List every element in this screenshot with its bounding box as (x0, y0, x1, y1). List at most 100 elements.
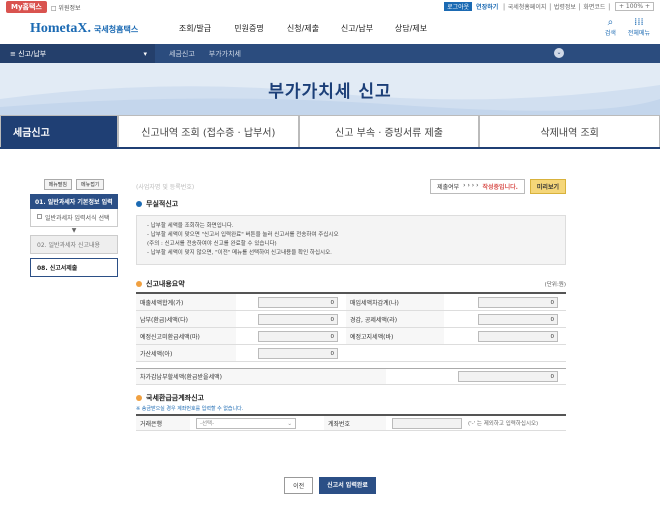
notice-line: - 납부할 세액이 맞지 않으면, "이전" 메뉴를 선택하여 신고내용을 확인… (147, 250, 332, 256)
account-hint: ('-' 는 제외하고 입력하십시오) (468, 421, 539, 427)
top-right-links: 로그아웃 연장하기 │ 국세청홈페이지 │ 법령정보 │ 화면코드 │ + 10… (444, 2, 654, 11)
field-value: 0 (236, 296, 346, 308)
step-form-select[interactable]: 일반과세자 입력서식 선택 (30, 209, 118, 227)
field-label: 매출세액합계(가) (136, 294, 236, 310)
allmenu-button[interactable]: ⁞⁞⁞ 전체메뉴 (628, 18, 650, 38)
total-label: 차가감납부할세액(환급받을세액) (136, 369, 386, 384)
table-row: 가산세액(아) 0 (136, 345, 566, 362)
amount-input[interactable]: 0 (258, 330, 338, 342)
table-row: 예정신고미환급세액(마) 0 예정고지세액(바) 0 (136, 328, 566, 345)
field-value: 0 (444, 296, 566, 308)
summary-title: 신고내용요약 (146, 280, 185, 288)
bank-select-value: -선택- (200, 420, 215, 427)
gnb-item-application[interactable]: 신청/제출 (276, 23, 330, 34)
gnb-item-report[interactable]: 신고/납부 (330, 23, 384, 34)
field-value: 0 (236, 330, 346, 342)
prev-button[interactable]: 이전 (284, 477, 314, 494)
amount-input[interactable]: 0 (258, 296, 338, 308)
tab-deleted-history[interactable]: 삭제내역 조회 (479, 115, 660, 147)
summary-title-group: 신고내용요약 (136, 279, 185, 289)
step-submit[interactable]: 08. 신고서제출 (30, 258, 118, 277)
zoom-control[interactable]: + 100% + (614, 2, 654, 11)
field-value: 0 (236, 313, 346, 325)
field-label: 경감, 공제세액(라) (346, 311, 444, 327)
menu-expand-button[interactable]: 메뉴펼침 (43, 179, 72, 190)
search-icon: ⌕ (607, 17, 614, 28)
status-row: (사업자명 및 등록번호) 제출여부 › › › › 작성중입니다. 미리보기 (136, 178, 566, 194)
table-row: 매출세액합계(가) 0 매입세액차감계(나) 0 (136, 294, 566, 311)
global-nav: 조회/발급 민원증명 신청/제출 신고/납부 상담/제보 (168, 23, 438, 34)
gnb-item-inquiry[interactable]: 조회/발급 (168, 23, 222, 34)
main-content: (사업자명 및 등록번호) 제출여부 › › › › 작성중입니다. 미리보기 … (136, 178, 566, 431)
unit-label: (단위:원) (544, 282, 566, 288)
notice-line: - 납부할 세액을 조회하는 화면입니다. (147, 223, 234, 229)
tab-report-history[interactable]: 신고내역 조회 (접수증 · 납부서) (118, 115, 299, 147)
lnb-menu-label: ≡ 신고/납부 (10, 49, 47, 58)
extend-button[interactable]: 연장하기 (476, 2, 498, 11)
myhome-button[interactable]: My홈택스 (6, 1, 47, 13)
total-input[interactable]: 0 (458, 371, 558, 382)
section-title: 무실적신고 (146, 200, 179, 208)
amount-input[interactable]: 0 (258, 347, 338, 359)
chevron-down-icon[interactable]: ⌄ (554, 48, 564, 58)
tab-tax-report[interactable]: 세금신고 (0, 115, 118, 147)
util-links[interactable]: │ 국세청홈페이지 │ 법령정보 │ 화면코드 │ (502, 2, 611, 11)
breadcrumb-item-tax[interactable]: 세금신고 (169, 49, 195, 59)
top-bar: My홈택스 □ 위원정보 로그아웃 연장하기 │ 국세청홈페이지 │ 법령정보 … (0, 0, 660, 14)
bank-label: 거래은행 (136, 416, 190, 430)
status-value: 작성중입니다. (482, 183, 518, 191)
step-form-select-label: 일반과세자 입력서식 선택 (45, 215, 110, 222)
bullet-icon (136, 395, 142, 401)
step-sidebar: 메뉴펼침 메뉴접기 01. 일반과세자 기본정보 입력 일반과세자 입력서식 선… (30, 179, 118, 277)
field-label: 예정고지세액(바) (346, 328, 444, 344)
field-label: 납부(환급)세액(다) (136, 311, 236, 327)
status-arrows: › › › › (463, 181, 479, 189)
account-input[interactable] (392, 417, 462, 429)
bullet-icon (136, 201, 142, 207)
sidebar-buttons: 메뉴펼침 메뉴접기 (30, 179, 118, 190)
notice-line: (주의 : 신고서를 전송하여야 신고를 완료할 수 있습니다) (147, 241, 277, 247)
logo[interactable]: HometaX. 국세청홈택스 (30, 21, 138, 37)
search-button[interactable]: ⌕ 검색 (604, 17, 616, 38)
refund-section-header: 국세환급금계좌신고 (136, 393, 566, 403)
tab-attachments[interactable]: 신고 부속 · 증빙서류 제출 (298, 115, 480, 147)
amount-input[interactable]: 0 (258, 313, 338, 325)
user-info-link[interactable]: □ 위원정보 (51, 3, 81, 12)
breadcrumb-item-vat[interactable]: 부가가치세 (209, 49, 241, 59)
summary-table: 매출세액합계(가) 0 매입세액차감계(나) 0 납부(환급)세액(다) 0 경… (136, 292, 566, 362)
field-label: 예정신고미환급세액(마) (136, 328, 236, 344)
amount-input[interactable]: 0 (478, 330, 558, 342)
summary-header: 신고내용요약 (단위:원) (136, 279, 566, 289)
section-no-record: 무실적신고 (136, 199, 566, 209)
header-icons: ⌕ 검색 ⁞⁞⁞ 전체메뉴 (604, 17, 650, 38)
chevron-down-icon: ⌄ (287, 420, 292, 427)
action-buttons: 이전 신고서 입력완료 (0, 477, 660, 494)
search-label: 검색 (604, 30, 616, 37)
header: HometaX. 국세청홈택스 조회/발급 민원증명 신청/제출 신고/납부 상… (0, 14, 660, 44)
lnb-menu[interactable]: ≡ 신고/납부 ▾ (0, 44, 155, 63)
amount-input[interactable]: 0 (478, 296, 558, 308)
logout-button[interactable]: 로그아웃 (444, 2, 473, 11)
gnb-item-consult[interactable]: 상담/제보 (384, 23, 438, 34)
gnb-item-certificate[interactable]: 민원증명 (222, 23, 276, 34)
breadcrumb: 세금신고 부가가치세 (155, 49, 241, 59)
bullet-icon (136, 281, 142, 287)
total-row: 차가감납부할세액(환급받을세액) 0 (136, 368, 566, 385)
logo-sub: 국세청홈택스 (94, 24, 139, 34)
page-title: 부가가치세 신고 (268, 82, 392, 102)
checkbox-icon (37, 214, 42, 219)
field-label: 가산세액(아) (136, 345, 236, 361)
taxpayer-info: (사업자명 및 등록번호) (136, 183, 195, 191)
bank-select[interactable]: -선택- ⌄ (196, 417, 296, 429)
amount-input[interactable]: 0 (478, 313, 558, 325)
preview-button[interactable]: 미리보기 (529, 178, 566, 194)
step-report-content[interactable]: 02. 일반과세자 신고내용 (30, 235, 118, 254)
table-row: 납부(환급)세액(다) 0 경감, 공제세액(라) 0 (136, 311, 566, 328)
menu-collapse-button[interactable]: 메뉴접기 (76, 179, 105, 190)
submit-button[interactable]: 신고서 입력완료 (319, 477, 376, 494)
step-basic-info[interactable]: 01. 일반과세자 기본정보 입력 (30, 194, 118, 209)
tab-bar: 세금신고 신고내역 조회 (접수증 · 납부서) 신고 부속 · 증빙서류 제출… (0, 115, 660, 149)
notice-box: - 납부할 세액을 조회하는 화면입니다. - 납부할 세액이 맞으면 "신고서… (136, 215, 566, 265)
field-value: 0 (444, 330, 566, 342)
field-value: 0 (236, 347, 346, 359)
